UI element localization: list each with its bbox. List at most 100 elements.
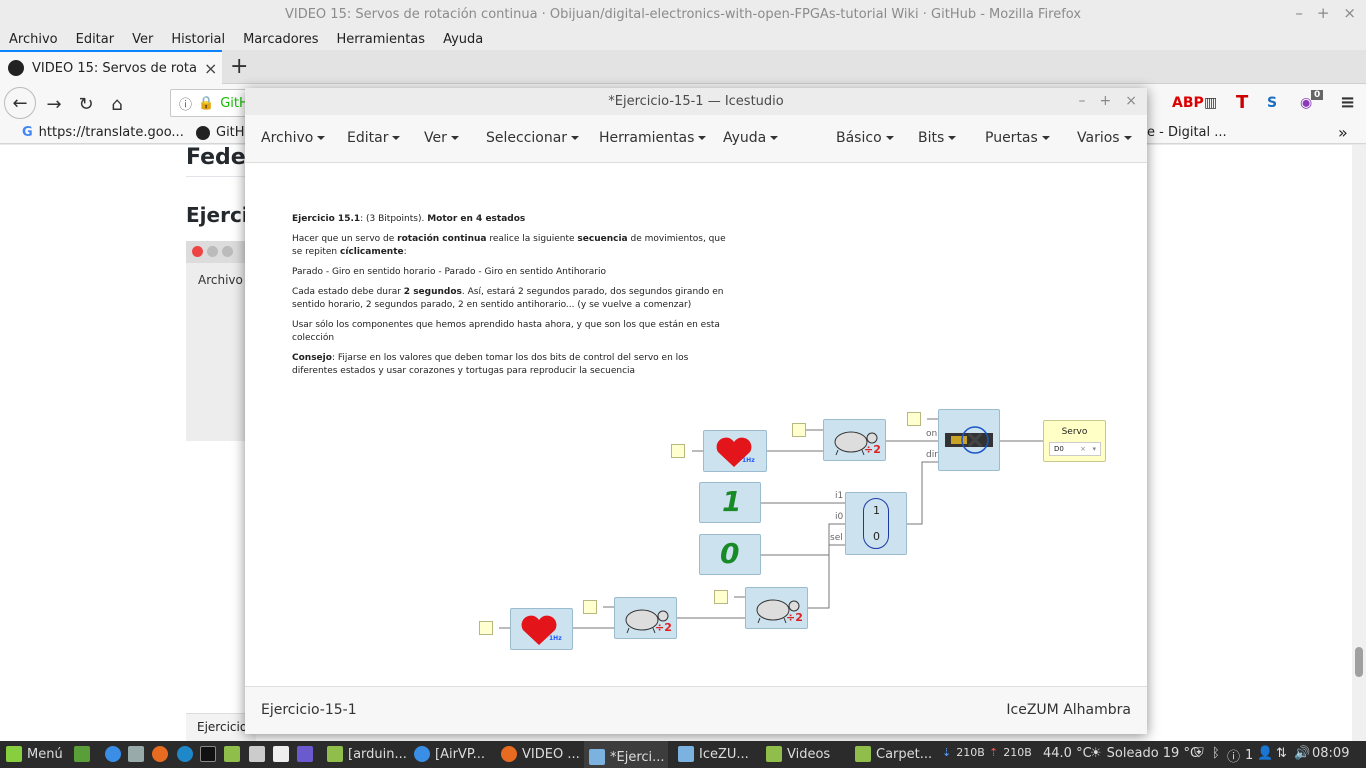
tab-label: VIDEO 15: Servos de rotación: [32, 60, 196, 76]
firefox-launcher-icon[interactable]: [152, 746, 168, 762]
info-icon[interactable]: ⓘ: [179, 94, 192, 113]
app-launcher-icon[interactable]: [128, 746, 144, 762]
alert-icon: ⓘ: [1227, 750, 1241, 765]
cloud-icon: [414, 746, 430, 762]
servo-output-block[interactable]: Servo D0 × ▾: [1043, 420, 1106, 462]
forward-icon[interactable]: →: [40, 90, 68, 118]
menu-marcadores[interactable]: Marcadores: [234, 32, 327, 47]
user-icon[interactable]: 👤: [1257, 746, 1273, 761]
turtle-divider-block[interactable]: ÷2: [614, 597, 677, 639]
menu-ver[interactable]: Ver: [123, 32, 162, 47]
task-arduino[interactable]: [arduin...: [327, 746, 407, 762]
tab-close-icon[interactable]: ×: [204, 59, 217, 78]
clock-input-pin[interactable]: [479, 621, 493, 635]
settings-icon[interactable]: [297, 746, 313, 762]
board-name[interactable]: IceZUM Alhambra: [1006, 702, 1131, 718]
constant-zero-block[interactable]: 0: [699, 534, 761, 575]
alerts[interactable]: ⓘ 1: [1227, 746, 1253, 765]
maximize-icon[interactable]: +: [1100, 93, 1112, 109]
bookmark-digital[interactable]: e - Digital ...: [1147, 125, 1227, 140]
heart-1hz-block[interactable]: 1Hz: [703, 430, 767, 472]
net-download: ⇣ 210B: [942, 746, 985, 759]
reader-icon[interactable]: ▥: [1204, 95, 1217, 111]
back-icon[interactable]: ←: [4, 87, 36, 119]
multiplexer-block[interactable]: 1 0: [845, 492, 907, 555]
clear-icon[interactable]: ×: [1080, 445, 1086, 453]
port-i1-label: i1: [835, 491, 844, 501]
files-icon[interactable]: [224, 746, 240, 762]
more-bookmarks-icon[interactable]: »: [1338, 123, 1348, 142]
ice-menu-puertas[interactable]: Puertas: [985, 130, 1050, 146]
heart-freq-label: 1Hz: [549, 635, 562, 642]
servo-block[interactable]: [938, 409, 1000, 471]
task-airvp[interactable]: [AirVP...: [414, 746, 485, 762]
ice-menu-herramientas[interactable]: Herramientas: [599, 130, 706, 146]
close-icon[interactable]: ×: [1125, 93, 1137, 109]
ice-menu-editar[interactable]: Editar: [347, 130, 400, 146]
task-label: VIDEO ...: [522, 746, 580, 762]
task-video[interactable]: VIDEO ...: [501, 746, 580, 762]
text-editor-icon[interactable]: [273, 746, 289, 762]
bookmark-translate[interactable]: G https://translate.goo...: [22, 125, 184, 140]
turtle-divider-block[interactable]: ÷2: [823, 419, 886, 461]
show-desktop-icon[interactable]: [74, 746, 90, 762]
shield-icon[interactable]: ⛨: [1194, 746, 1204, 761]
tab-video15[interactable]: VIDEO 15: Servos de rotación ×: [0, 50, 222, 84]
clock-input-pin[interactable]: [671, 444, 685, 458]
turtle-divider-block[interactable]: ÷2: [745, 587, 808, 629]
divider-pin[interactable]: [583, 600, 597, 614]
maximize-icon[interactable]: +: [1317, 4, 1330, 22]
volume-icon[interactable]: 🔊: [1294, 746, 1310, 761]
abp-icon[interactable]: ABP: [1172, 95, 1204, 111]
menu-editar[interactable]: Editar: [67, 32, 124, 47]
page-scrollbar[interactable]: [1352, 145, 1366, 741]
menu-ayuda[interactable]: Ayuda: [434, 32, 492, 47]
clock[interactable]: 08:09: [1312, 746, 1349, 761]
chevron-down-icon[interactable]: ▾: [1092, 445, 1096, 453]
network-icon[interactable]: ⇅: [1276, 746, 1287, 761]
ice-menu-basico[interactable]: Básico: [836, 130, 894, 146]
task-videos[interactable]: Videos: [766, 746, 830, 762]
bluetooth-icon[interactable]: ᛒ: [1212, 746, 1220, 761]
design-canvas[interactable]: Ejercicio 15.1: (3 Bitpoints). Motor en …: [245, 163, 1147, 685]
start-menu-button[interactable]: Menú: [6, 746, 63, 762]
divider-pin[interactable]: [792, 423, 806, 437]
cloud-app-icon[interactable]: [105, 746, 121, 762]
scrollbar-thumb[interactable]: [1355, 647, 1363, 677]
task-ejercicio[interactable]: *Ejerci...: [584, 741, 668, 768]
close-icon[interactable]: ×: [1343, 4, 1356, 22]
new-tab-icon[interactable]: +: [230, 54, 248, 79]
pin-select[interactable]: D0 × ▾: [1049, 442, 1101, 456]
menu-herramientas[interactable]: Herramientas: [328, 32, 435, 47]
minimize-icon[interactable]: –: [1079, 93, 1086, 109]
s-addon-icon[interactable]: S: [1267, 95, 1277, 111]
hamburger-menu-icon[interactable]: ≡: [1340, 92, 1355, 113]
divider-pin[interactable]: [714, 590, 728, 604]
task-carpeta[interactable]: Carpet...: [855, 746, 932, 762]
weather[interactable]: ☀ Soleado 19 °C: [1090, 746, 1199, 761]
constant-one-block[interactable]: 1: [699, 482, 761, 523]
minimize-icon[interactable]: –: [1295, 4, 1303, 22]
task-icezum[interactable]: IceZU...: [678, 746, 749, 762]
heart-1hz-block[interactable]: 1Hz: [510, 608, 573, 650]
github-icon: [8, 60, 24, 76]
menu-archivo[interactable]: Archivo: [0, 32, 67, 47]
reload-icon[interactable]: ↻: [72, 90, 100, 118]
browser-launcher-icon[interactable]: [177, 746, 193, 762]
home-icon[interactable]: ⌂: [103, 90, 131, 118]
calculator-icon[interactable]: [249, 746, 265, 762]
servo-pin[interactable]: [907, 412, 921, 426]
icestudio-title: *Ejercicio-15-1 — Icestudio: [608, 94, 784, 109]
port-on-label: on: [926, 429, 938, 439]
terminal-icon[interactable]: [200, 746, 216, 762]
menu-historial[interactable]: Historial: [162, 32, 234, 47]
ice-menu-varios[interactable]: Varios: [1077, 130, 1132, 146]
icestudio-title-bar: *Ejercicio-15-1 — Icestudio – + ×: [245, 88, 1147, 115]
mint-logo-icon: [6, 746, 22, 762]
ice-menu-ayuda[interactable]: Ayuda: [723, 130, 778, 146]
ice-menu-seleccionar[interactable]: Seleccionar: [486, 130, 579, 146]
ice-menu-archivo[interactable]: Archivo: [261, 130, 325, 146]
ice-menu-bits[interactable]: Bits: [918, 130, 956, 146]
ice-menu-ver[interactable]: Ver: [424, 130, 459, 146]
translate-t-icon[interactable]: T: [1236, 92, 1248, 113]
